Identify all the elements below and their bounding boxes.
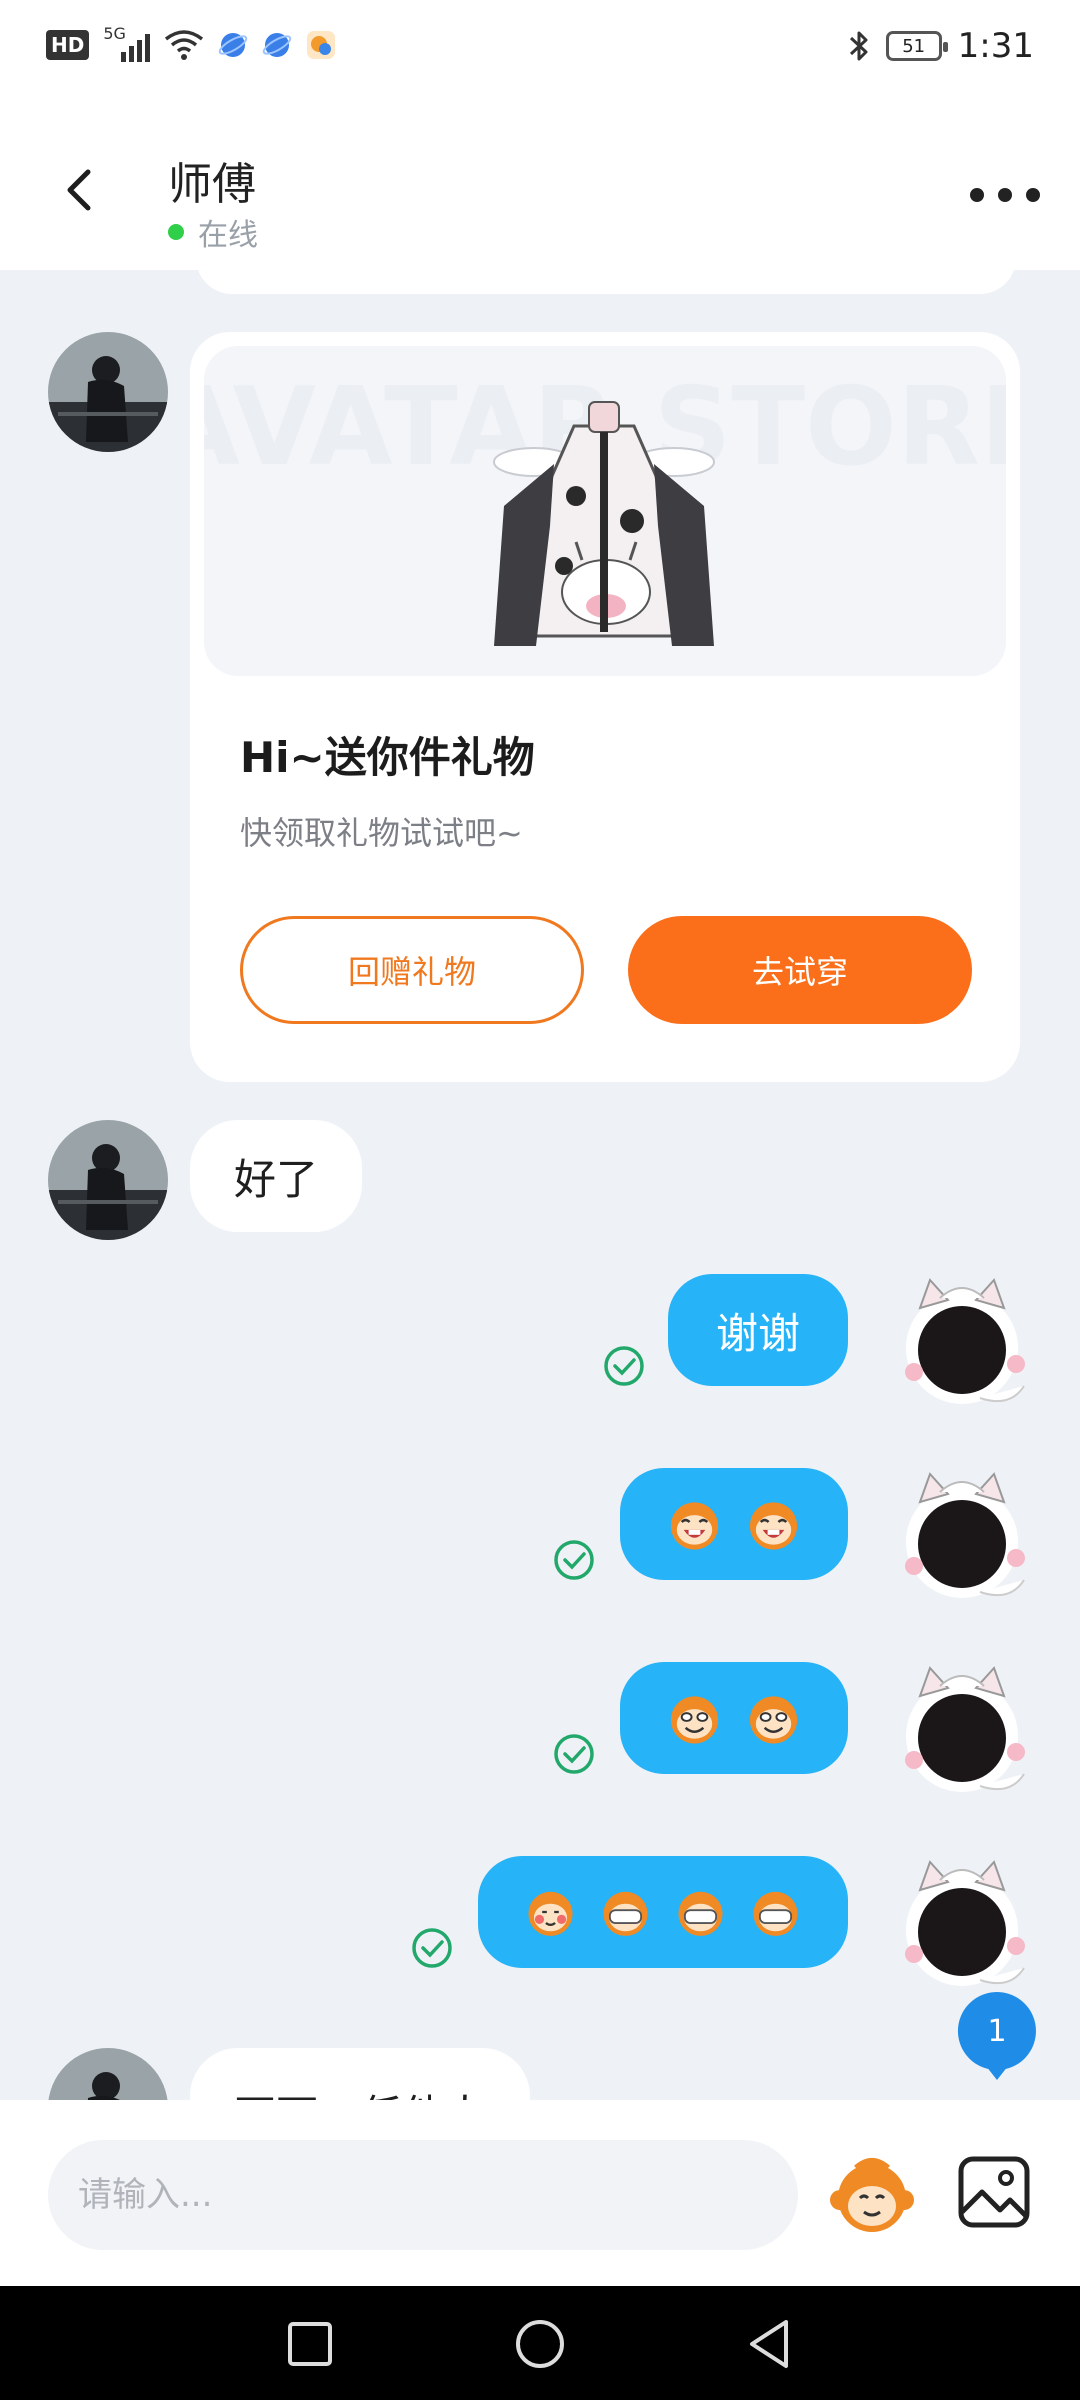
hiding-monkey-emoji	[753, 1891, 798, 1936]
read-check-icon	[412, 1928, 452, 1968]
back-arrow-icon[interactable]	[50, 160, 110, 220]
read-check-icon	[554, 1734, 594, 1774]
bluetooth-icon	[849, 31, 868, 61]
browser-app-icon	[219, 33, 248, 57]
return-gift-button[interactable]: 回赠礼物	[240, 916, 584, 1024]
emoji-message-bubble[interactable]	[620, 1468, 848, 1580]
gift-title: Hi~送你件礼物	[240, 733, 535, 782]
clock: 1:31	[957, 26, 1034, 66]
more-options-button[interactable]	[970, 180, 1040, 210]
online-status-label: 在线	[198, 218, 258, 253]
try-on-button[interactable]: 去试穿	[628, 916, 972, 1024]
new-message-badge[interactable]: 1	[956, 1990, 1038, 2082]
message-bubble-outgoing[interactable]: 谢谢	[668, 1274, 848, 1386]
read-check-icon	[604, 1346, 644, 1386]
battery-icon: 51	[885, 31, 948, 61]
laughing-monkey-emoji	[749, 1502, 798, 1550]
gift-message-card[interactable]: AVATAR STORE	[190, 332, 1020, 1082]
sticker-monkey-icon[interactable]	[826, 2150, 918, 2240]
blushing-monkey-emoji	[528, 1891, 573, 1936]
contact-avatar[interactable]	[48, 1120, 168, 1240]
laughing-monkey-emoji	[670, 1502, 719, 1550]
status-bar: HD 5G 51 1:31	[0, 0, 1080, 100]
image-picker-icon[interactable]	[956, 2154, 1032, 2230]
emoji-message-bubble[interactable]	[620, 1662, 848, 1774]
game-app-icon	[307, 31, 336, 59]
previous-message-card	[196, 270, 1016, 294]
battery-level: 51	[902, 35, 926, 57]
cellular-signal-icon: 5G	[103, 24, 151, 62]
message-input[interactable]	[48, 2140, 798, 2250]
message-list[interactable]: AVATAR STORE	[0, 270, 1080, 2100]
hiding-monkey-emoji	[603, 1891, 648, 1936]
emoji-message-bubble[interactable]	[478, 1856, 848, 1968]
gift-outfit-image: AVATAR STORE	[204, 365, 1006, 646]
read-check-icon	[554, 1540, 594, 1580]
grinning-monkey-emoji	[670, 1696, 719, 1744]
back-triangle-icon[interactable]	[742, 2316, 798, 2372]
home-icon[interactable]	[512, 2316, 568, 2372]
system-navigation-bar	[0, 2286, 1080, 2400]
my-avatar[interactable]	[900, 1268, 1032, 1418]
grinning-monkey-emoji	[749, 1696, 798, 1744]
contact-avatar[interactable]	[48, 2048, 168, 2100]
contact-avatar[interactable]	[48, 332, 168, 452]
gift-image: AVATAR STORE	[204, 346, 1006, 676]
chat-screen: HD 5G 51 1:31 师傅 在线 VATAR STOR Hi~送你件礼物 …	[0, 0, 1080, 2400]
contact-name: 师傅	[168, 159, 256, 210]
new-message-count: 1	[987, 2014, 1006, 2049]
hiding-monkey-emoji	[678, 1891, 723, 1936]
my-avatar[interactable]	[900, 1656, 1032, 1806]
hd-badge: HD	[46, 30, 90, 60]
online-status: 在线	[168, 210, 258, 254]
browser-app-icon-2	[263, 33, 292, 57]
message-bubble-incoming[interactable]: 不可二任他人	[190, 2048, 531, 2100]
my-avatar[interactable]	[900, 1850, 1032, 2000]
input-bar	[0, 2100, 1080, 2286]
network-type: 5G	[103, 24, 126, 43]
my-avatar[interactable]	[900, 1462, 1032, 1612]
chat-header: 师傅 在线	[0, 100, 1080, 270]
gift-subtitle: 快领取礼物试试吧~	[240, 814, 523, 852]
recent-apps-icon[interactable]	[282, 2316, 338, 2372]
message-bubble-incoming[interactable]: 好了	[190, 1120, 363, 1232]
online-dot-icon	[168, 224, 184, 240]
wifi-icon	[165, 30, 204, 60]
